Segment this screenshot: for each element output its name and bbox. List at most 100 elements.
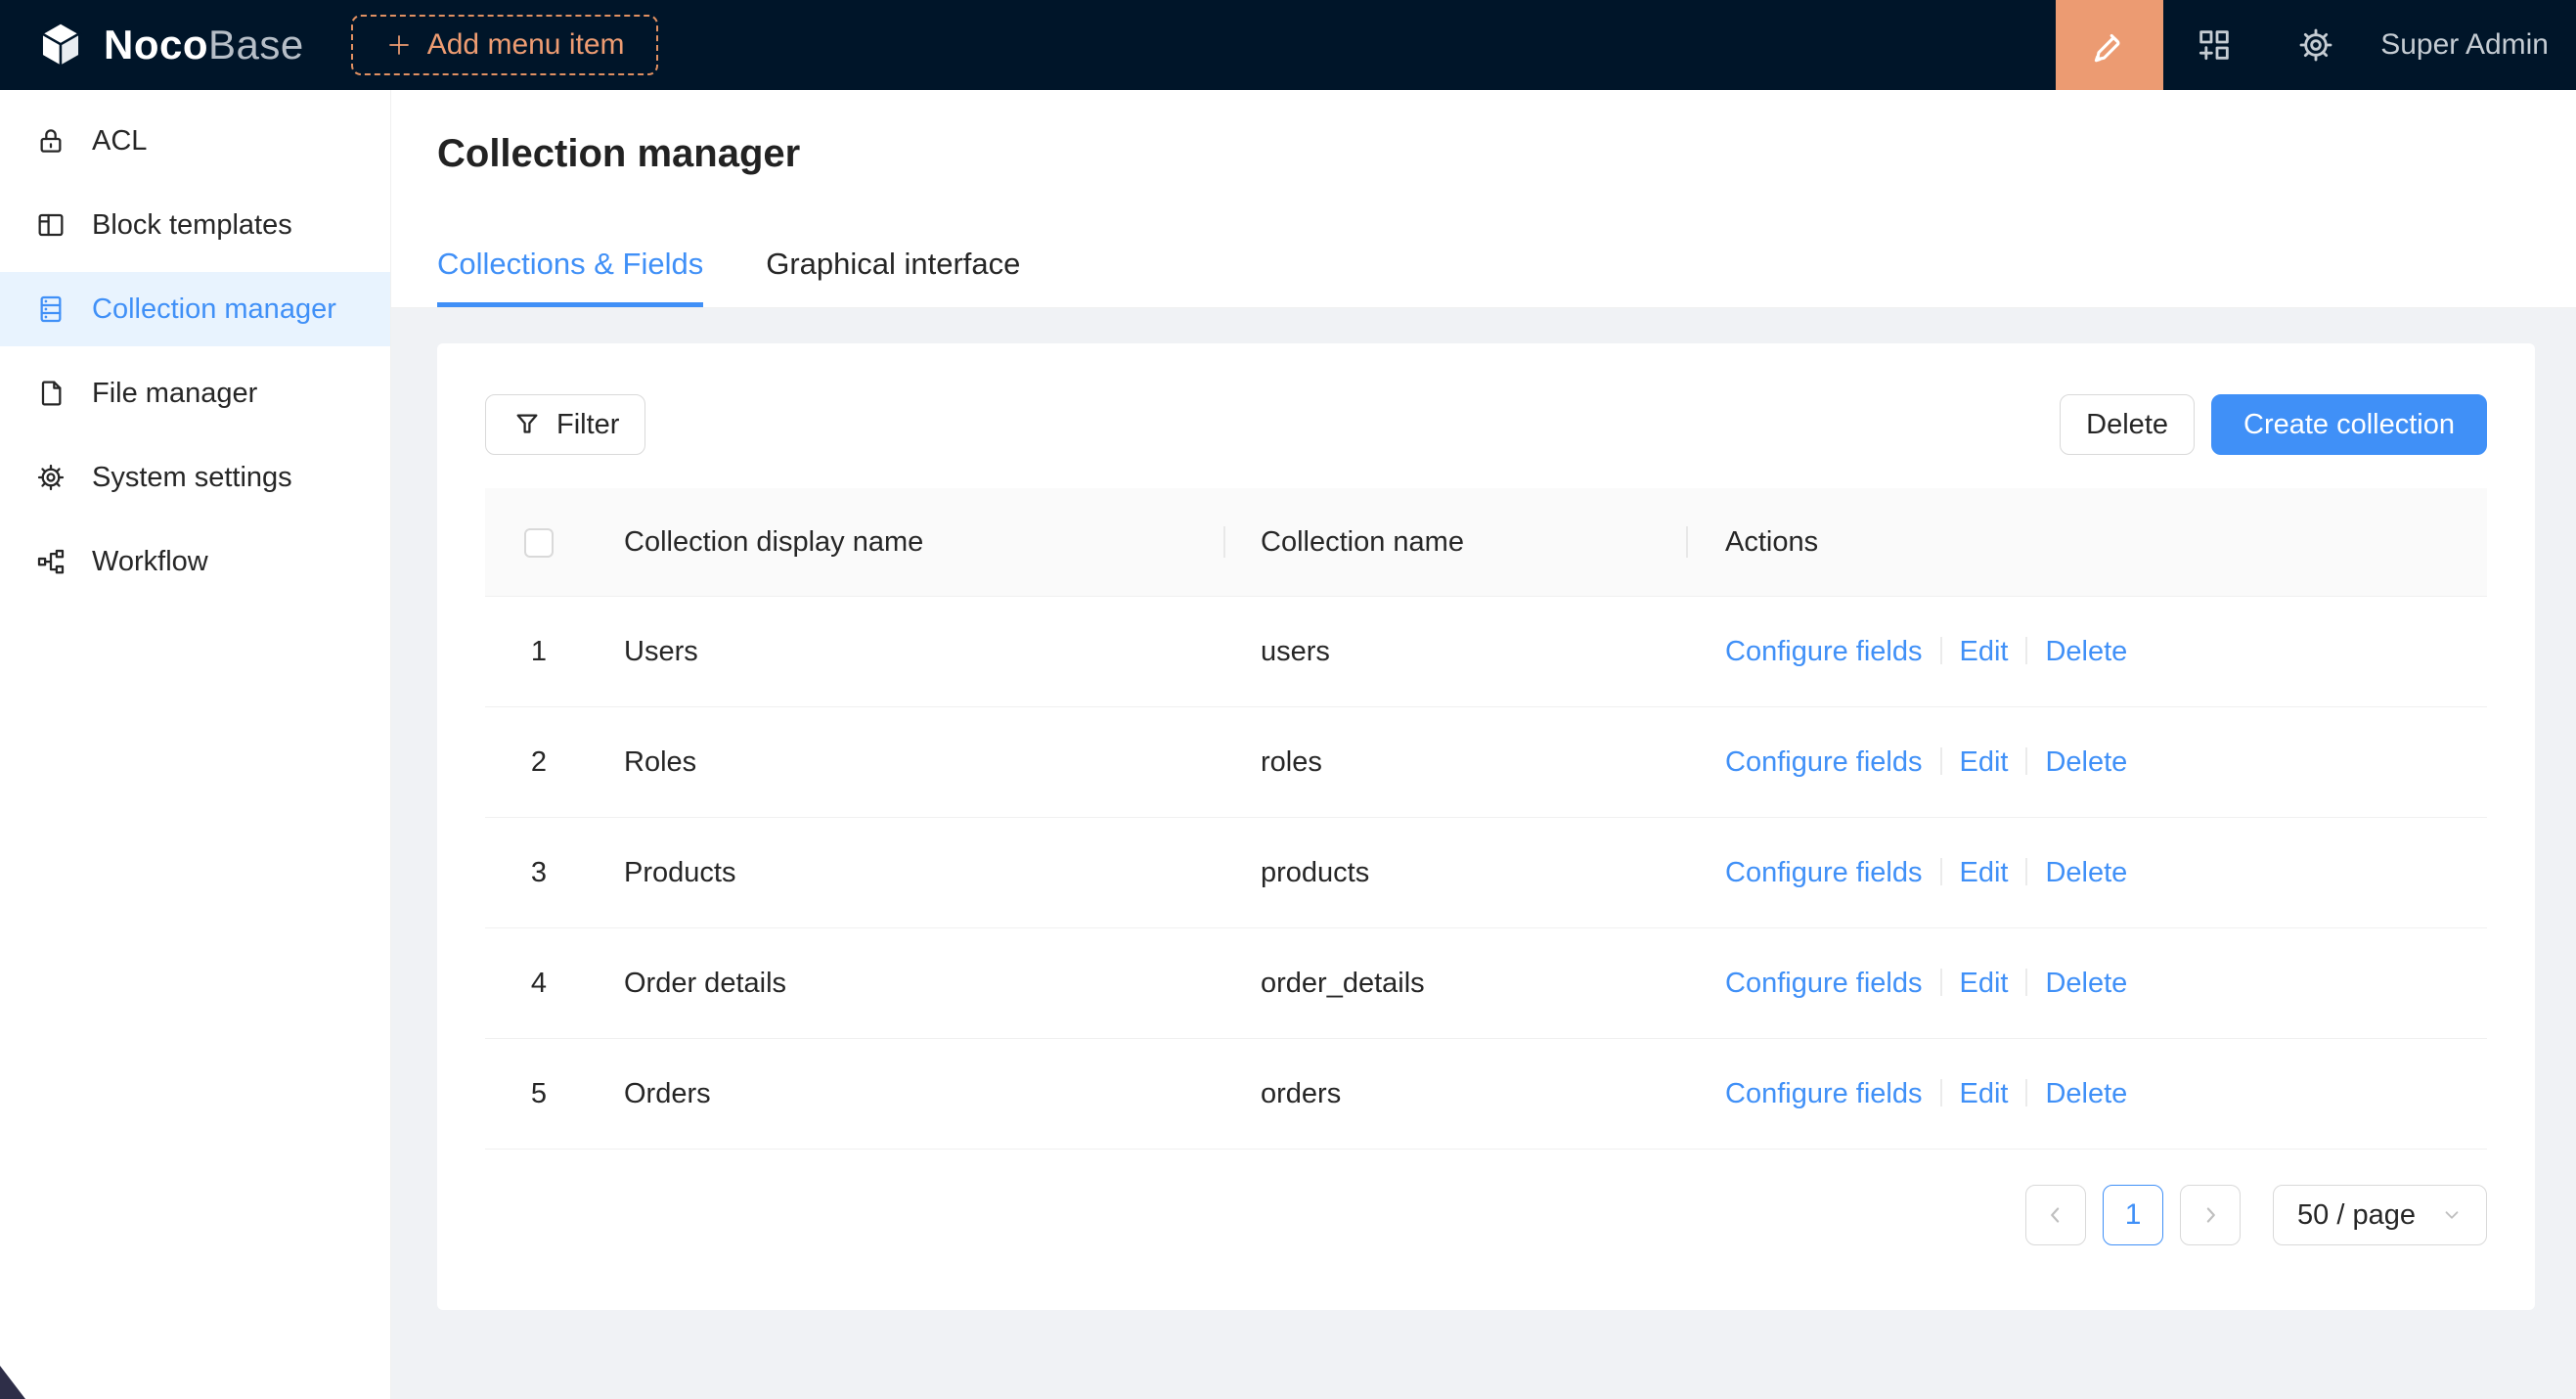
table-row: 5 Orders orders Configure fields Edit Dele… <box>485 1039 2487 1150</box>
edit-link[interactable]: Edit <box>1960 857 2009 888</box>
collection-display-name-cell: Products <box>593 818 1225 928</box>
row-index: 4 <box>485 928 593 1039</box>
filter-button[interactable]: Filter <box>485 394 645 455</box>
divider <box>1940 637 1942 664</box>
brand-noco: Noco <box>104 22 208 68</box>
divider <box>1940 858 1942 885</box>
tab-collections-fields[interactable]: Collections & Fields <box>437 245 703 307</box>
configure-fields-link[interactable]: Configure fields <box>1725 636 1923 667</box>
table-row: 3 Products products Configure fieldsEdit… <box>485 818 2487 928</box>
create-collection-label: Create collection <box>2243 409 2455 441</box>
delete-link[interactable]: Delete <box>2045 1078 2127 1109</box>
page-size-select[interactable]: 50 / page <box>2273 1185 2487 1245</box>
row-actions-cell: Configure fields Edit Delete <box>1688 707 2487 818</box>
collection-name-cell: users <box>1225 597 1688 707</box>
sidebar-item-label: Workflow <box>92 546 208 578</box>
configure-fields-link[interactable]: Configure fields <box>1725 1078 1923 1109</box>
settings-sidebar: ACL Block templates Collection manager F… <box>0 90 391 1399</box>
sidebar-item-workflow[interactable]: Workflow <box>0 524 390 599</box>
table-row: 1 Users users Configure fields Edit Delete <box>485 597 2487 707</box>
sidebar-item-system-settings[interactable]: System settings <box>0 440 390 515</box>
delete-button[interactable]: Delete <box>2060 394 2195 455</box>
collection-name-cell: products <box>1225 818 1688 928</box>
sidebar-item-file-manager[interactable]: File manager <box>0 356 390 430</box>
edit-link[interactable]: Edit <box>1960 746 2009 778</box>
row-actions-cell: Configure fields Edit Delete <box>1688 1039 2487 1150</box>
collection-name-cell: orders <box>1225 1039 1688 1150</box>
divider <box>1940 747 1942 775</box>
settings-button[interactable] <box>2265 0 2367 90</box>
sidebar-item-label: System settings <box>92 462 292 494</box>
configure-fields-link[interactable]: Configure fields <box>1725 857 1923 888</box>
sidebar-item-block-templates[interactable]: Block templates <box>0 188 390 262</box>
app-window: NocoBase Add menu item Super Admin ACL <box>0 0 2576 1399</box>
sidebar-item-label: File manager <box>92 378 257 410</box>
sidebar-item-collection-manager[interactable]: Collection manager <box>0 272 390 346</box>
user-menu[interactable]: Super Admin <box>2380 28 2549 62</box>
page-title: Collection manager <box>437 125 2576 182</box>
sidebar-item-label: ACL <box>92 125 147 158</box>
sidebar-item-acl[interactable]: ACL <box>0 104 390 178</box>
collection-display-name-cell: Users <box>593 597 1225 707</box>
table-header-row: Collection display name Collection name … <box>485 488 2487 597</box>
content-area: Filter Delete Create collection <box>391 308 2576 1399</box>
chevron-left-icon <box>2043 1202 2068 1228</box>
row-index: 5 <box>485 1039 593 1150</box>
main-panel: Collection manager Collections & Fields … <box>391 90 2576 1399</box>
row-actions-cell: Configure fields Edit Delete <box>1688 928 2487 1039</box>
collection-display-name-cell: Orders <box>593 1039 1225 1150</box>
collection-display-name-cell: Roles <box>593 707 1225 818</box>
divider <box>1940 1079 1942 1106</box>
divider <box>2025 969 2027 996</box>
divider <box>2025 637 2027 664</box>
collections-table: Collection display name Collection name … <box>485 488 2487 1150</box>
highlighter-icon <box>2088 23 2131 67</box>
tab-bar: Collections & Fields Graphical interface <box>437 245 2576 307</box>
add-menu-item-label: Add menu item <box>427 28 625 62</box>
add-menu-item-button[interactable]: Add menu item <box>351 15 658 75</box>
filter-label: Filter <box>556 409 619 441</box>
delete-link[interactable]: Delete <box>2045 636 2127 667</box>
plus-icon <box>384 30 414 60</box>
lock-icon <box>35 125 67 157</box>
delete-link[interactable]: Delete <box>2045 746 2127 778</box>
file-icon <box>35 378 67 409</box>
row-index: 2 <box>485 707 593 818</box>
configure-fields-link[interactable]: Configure fields <box>1725 968 1923 999</box>
toolbar-right: Delete Create collection <box>2060 394 2487 455</box>
sidebar-item-label: Block templates <box>92 209 292 242</box>
ui-editor-button[interactable] <box>2056 0 2163 90</box>
next-page-button[interactable] <box>2180 1185 2241 1245</box>
create-collection-button[interactable]: Create collection <box>2211 394 2487 455</box>
edit-link[interactable]: Edit <box>1960 1078 2009 1109</box>
brand-base: Base <box>208 22 304 68</box>
collection-name-cell: roles <box>1225 707 1688 818</box>
divider <box>2025 747 2027 775</box>
divider <box>2025 1079 2027 1106</box>
plugin-manager-icon <box>2195 25 2234 65</box>
chevron-right-icon <box>2198 1202 2223 1228</box>
page-1-button[interactable]: 1 <box>2103 1185 2163 1245</box>
pagination: 1 50 / page <box>485 1185 2487 1245</box>
table-row: 2 Roles roles Configure fields Edit Delete <box>485 707 2487 818</box>
plugin-manager-button[interactable] <box>2163 0 2265 90</box>
select-all-checkbox[interactable] <box>524 528 554 558</box>
cube-logo-icon <box>33 18 88 72</box>
page-size-value: 50 / page <box>2297 1199 2416 1232</box>
table-toolbar: Filter Delete Create collection <box>485 394 2487 455</box>
table-row: 4 Order details order_details Configure … <box>485 928 2487 1039</box>
row-index: 1 <box>485 597 593 707</box>
workflow-icon <box>35 546 67 577</box>
configure-fields-link[interactable]: Configure fields <box>1725 746 1923 778</box>
collection-name-cell: order_details <box>1225 928 1688 1039</box>
edit-link[interactable]: Edit <box>1960 968 2009 999</box>
edit-link[interactable]: Edit <box>1960 636 2009 667</box>
filter-icon <box>511 409 543 440</box>
column-header-actions: Actions <box>1688 488 2487 597</box>
tab-graphical-interface[interactable]: Graphical interface <box>766 245 1020 307</box>
gear-icon <box>35 462 67 493</box>
prev-page-button[interactable] <box>2025 1185 2086 1245</box>
delete-link[interactable]: Delete <box>2045 857 2127 888</box>
gear-icon <box>2296 25 2335 65</box>
delete-link[interactable]: Delete <box>2045 968 2127 999</box>
